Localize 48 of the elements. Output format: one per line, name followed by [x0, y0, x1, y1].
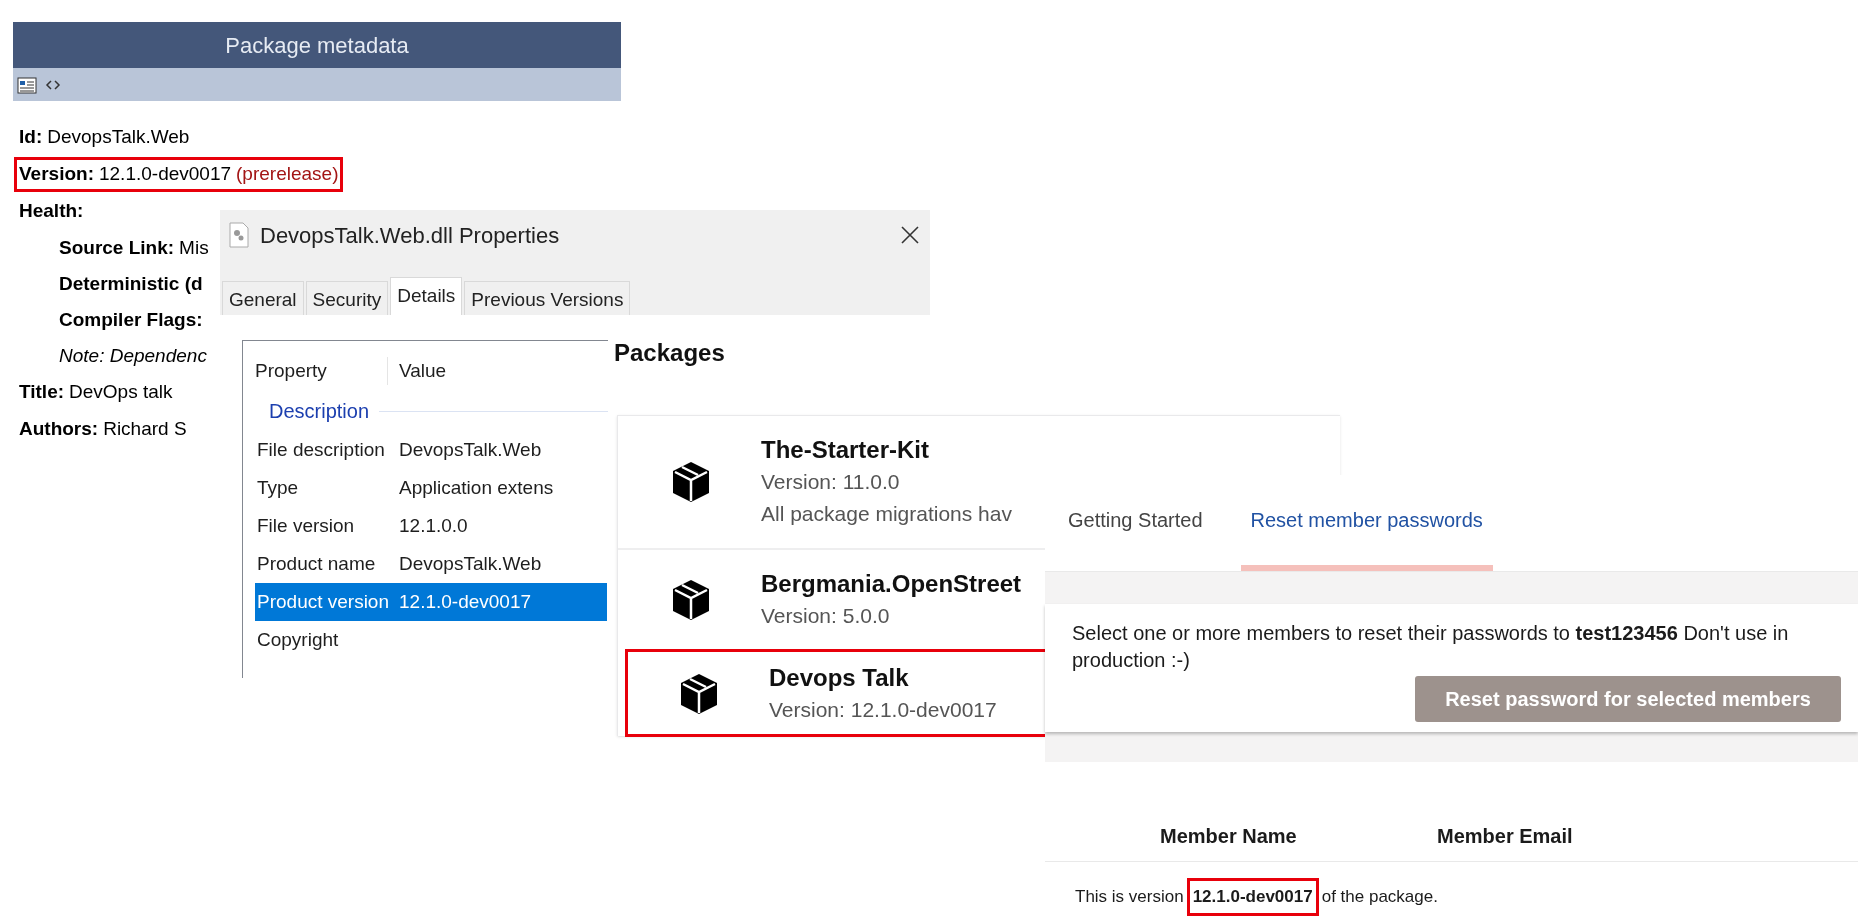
package-name: Devops Talk — [769, 663, 910, 693]
field-label: Id: — [19, 125, 43, 150]
package-note: All package migrations hav — [761, 501, 1012, 527]
detail-row[interactable]: Type Application extens — [255, 469, 607, 507]
field-label: Deterministic (d — [59, 271, 203, 296]
file-icon — [228, 222, 250, 248]
field-label: Health: — [19, 199, 84, 224]
field-value: 12.1.0-dev0017 — [99, 162, 232, 187]
column-header[interactable]: Value — [388, 356, 447, 386]
field-value: Mis — [179, 235, 209, 260]
field-label: Authors: — [19, 417, 99, 442]
column-header[interactable]: Member Email — [1437, 821, 1573, 851]
detail-row[interactable]: Product name DevopsTalk.Web — [255, 545, 607, 583]
dialog-tab[interactable]: General — [222, 281, 304, 315]
package-version: Version: 5.0.0 — [761, 603, 891, 629]
detail-row[interactable]: Copyright — [255, 621, 607, 659]
field-value: DevopsTalk.Web — [47, 125, 190, 150]
detail-row[interactable]: File version 12.1.0.0 — [255, 507, 607, 545]
dialog-tab[interactable]: Security — [305, 281, 389, 315]
field-label: Title: — [19, 380, 65, 405]
column-header[interactable]: Property — [243, 356, 388, 386]
field-label: Version: — [19, 162, 94, 187]
section-title: Packages — [614, 339, 725, 366]
group-header: Description — [269, 399, 370, 424]
dialog-tab[interactable]: Details — [390, 277, 463, 315]
column-header[interactable]: Member Name — [1160, 821, 1437, 851]
dialog-tab[interactable]: Previous Versions — [464, 281, 631, 315]
close-icon[interactable] — [900, 225, 920, 245]
package-name: Bergmania.OpenStreet — [761, 569, 1022, 599]
prerelease-label: (prerelease) — [236, 162, 339, 187]
field-label: Compiler Flags: — [59, 307, 203, 332]
package-icon — [671, 578, 711, 622]
package-icon — [679, 672, 719, 716]
version-sentence: This is version 12.1.0-dev0017 of the package. — [1075, 878, 1858, 916]
panel-title: Package metadata — [13, 22, 621, 68]
field-label: Source Link: — [59, 235, 175, 260]
package-name: The-Starter-Kit — [761, 435, 930, 465]
detail-row[interactable]: Product version 12.1.0-dev0017 — [255, 583, 607, 621]
detail-row[interactable]: File description DevopsTalk.Web — [255, 431, 607, 469]
note-text: Note: Dependenc — [59, 343, 207, 368]
field-value: Richard S — [103, 417, 187, 442]
code-icon[interactable] — [45, 78, 61, 91]
package-version: Version: 12.1.0-dev0017 — [769, 697, 997, 723]
package-version: Version: 11.0.0 — [761, 469, 901, 495]
dialog-title: DevopsTalk.Web.dll Properties — [260, 221, 561, 250]
field-value: DevOps talk — [69, 380, 173, 405]
properties-icon[interactable] — [17, 75, 37, 94]
package-icon — [671, 460, 711, 504]
